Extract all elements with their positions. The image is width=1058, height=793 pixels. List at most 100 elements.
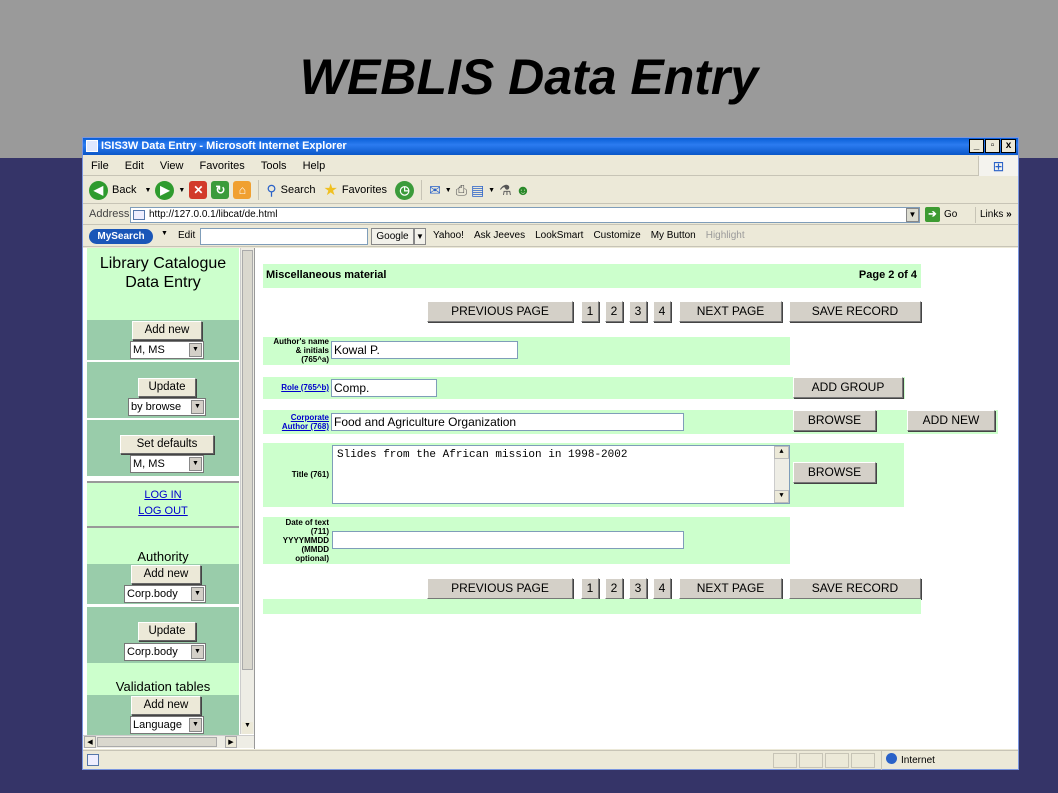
title-browse-button[interactable]: BROWSE xyxy=(793,462,876,483)
page-3-button-bottom[interactable]: 3 xyxy=(629,578,647,599)
scrollbar-thumb[interactable] xyxy=(242,250,253,670)
edit-page-icon[interactable]: ▤ xyxy=(471,182,484,199)
corporate-browse-button[interactable]: BROWSE xyxy=(793,410,876,431)
links-button[interactable]: Links » xyxy=(975,207,1012,223)
scroll-up-icon[interactable]: ▲ xyxy=(774,446,789,459)
looksmart-link[interactable]: LookSmart xyxy=(535,230,583,241)
menu-file[interactable]: File xyxy=(91,160,109,172)
left-vertical-scrollbar[interactable]: ▼ xyxy=(240,248,254,734)
save-record-button-bottom[interactable]: SAVE RECORD xyxy=(789,578,921,599)
set-defaults-button[interactable]: Set defaults xyxy=(120,435,214,454)
add-group-button[interactable]: ADD GROUP xyxy=(793,377,903,398)
search-icon[interactable]: ⚲ xyxy=(266,182,276,199)
login-link[interactable]: LOG IN xyxy=(87,487,239,503)
scroll-down-icon[interactable]: ▼ xyxy=(774,490,789,503)
corporate-author-label-link[interactable]: Corporate Author (768) xyxy=(265,413,329,431)
engine-dropdown-icon[interactable]: ▼ xyxy=(414,228,426,245)
menu-tools[interactable]: Tools xyxy=(261,160,287,172)
previous-page-button-bottom[interactable]: PREVIOUS PAGE xyxy=(427,578,573,599)
maximize-button[interactable]: ▫ xyxy=(985,139,1000,153)
previous-page-button[interactable]: PREVIOUS PAGE xyxy=(427,301,573,322)
defaults-type-select[interactable]: M, MS ▼ xyxy=(130,455,204,473)
validation-table-select[interactable]: Language ▼ xyxy=(130,716,204,734)
logout-link[interactable]: LOG OUT xyxy=(87,503,239,519)
validation-add-new-button[interactable]: Add new xyxy=(131,696,201,715)
page-2-button-bottom[interactable]: 2 xyxy=(605,578,623,599)
menu-help[interactable]: Help xyxy=(303,160,326,172)
edit-dropdown-icon[interactable]: ▼ xyxy=(488,187,495,194)
save-record-button[interactable]: SAVE RECORD xyxy=(789,301,921,322)
page-4-button[interactable]: 4 xyxy=(653,301,671,322)
messenger-icon[interactable]: ☻ xyxy=(516,182,531,198)
mail-icon[interactable]: ✉ xyxy=(429,182,441,199)
back-arrow-icon[interactable]: ◀ xyxy=(89,180,108,200)
page-3-button[interactable]: 3 xyxy=(629,301,647,322)
customize-link[interactable]: Customize xyxy=(593,230,640,241)
scroll-left-icon[interactable]: ◀ xyxy=(84,736,96,748)
scrollbar-thumb[interactable] xyxy=(97,737,217,747)
mysearch-brand[interactable]: MySearch xyxy=(89,229,153,244)
status-cells xyxy=(773,753,875,768)
highlight-button[interactable]: Highlight xyxy=(706,230,745,241)
date-input[interactable] xyxy=(332,531,684,549)
go-button[interactable]: ➔ Go xyxy=(925,207,957,223)
add-new-button[interactable]: Add new xyxy=(132,321,202,340)
forward-arrow-icon[interactable]: ▶ xyxy=(155,180,175,200)
askjeeves-link[interactable]: Ask Jeeves xyxy=(474,230,525,241)
title-label: Title (761) xyxy=(291,470,329,479)
favorites-star-icon[interactable]: ★ xyxy=(323,180,337,200)
yahoo-link[interactable]: Yahoo! xyxy=(433,230,464,241)
back-dropdown-icon[interactable]: ▼ xyxy=(144,187,151,194)
role-input[interactable]: Comp. xyxy=(331,379,437,397)
standard-toolbar: ◀ Back ▼ ▶ ▼ ✕ ↻ ⌂ ⚲ Search ★ Favorites … xyxy=(83,177,1018,204)
corporate-add-new-button[interactable]: ADD NEW xyxy=(907,410,995,431)
mysearch-dropdown-icon[interactable]: ▼ xyxy=(161,230,168,237)
address-input[interactable]: http://127.0.0.1/libcat/de.html xyxy=(130,207,920,223)
history-icon[interactable]: ◷ xyxy=(395,180,415,200)
add-new-type-select[interactable]: M, MS ▼ xyxy=(130,341,204,359)
search-toolbar-input[interactable] xyxy=(200,228,368,245)
menu-view[interactable]: View xyxy=(160,160,184,172)
authority-update-select[interactable]: Corp.body ▼ xyxy=(124,643,206,661)
authority-add-select[interactable]: Corp.body ▼ xyxy=(124,585,206,603)
author-name-input[interactable]: Kowal P. xyxy=(331,341,518,359)
window-titlebar[interactable]: ISIS3W Data Entry - Microsoft Internet E… xyxy=(83,138,1018,155)
stop-icon[interactable]: ✕ xyxy=(189,181,208,199)
title-textarea[interactable]: Slides from the African mission in 1998-… xyxy=(332,445,790,504)
authority-update-button[interactable]: Update xyxy=(138,622,196,641)
left-horizontal-scrollbar[interactable]: ◀ ▶ xyxy=(83,735,254,748)
next-page-button-bottom[interactable]: NEXT PAGE xyxy=(679,578,782,599)
scroll-down-icon[interactable]: ▼ xyxy=(242,722,253,734)
chevron-down-icon: ▼ xyxy=(189,343,202,357)
refresh-icon[interactable]: ↻ xyxy=(211,181,230,199)
update-button[interactable]: Update xyxy=(138,378,196,397)
google-button[interactable]: Google xyxy=(371,228,414,245)
favorites-button-label[interactable]: Favorites xyxy=(342,184,387,196)
page-1-button[interactable]: 1 xyxy=(581,301,599,322)
home-icon[interactable]: ⌂ xyxy=(233,181,252,199)
page-1-button-bottom[interactable]: 1 xyxy=(581,578,599,599)
scroll-right-icon[interactable]: ▶ xyxy=(225,736,237,748)
page-4-button-bottom[interactable]: 4 xyxy=(653,578,671,599)
role-label-link[interactable]: Role (765^b) xyxy=(265,383,329,392)
search-edit-button[interactable]: Edit xyxy=(178,230,195,241)
page-2-button[interactable]: 2 xyxy=(605,301,623,322)
forward-dropdown-icon[interactable]: ▼ xyxy=(178,187,185,194)
address-dropdown-icon[interactable]: ▼ xyxy=(906,208,919,222)
close-button[interactable]: x xyxy=(1001,139,1016,153)
back-button-label[interactable]: Back xyxy=(112,184,136,196)
print-icon[interactable]: ⎙ xyxy=(456,182,467,199)
update-mode-select[interactable]: by browse ▼ xyxy=(128,398,206,416)
corporate-author-input[interactable]: Food and Agriculture Organization xyxy=(331,413,684,431)
my-button-link[interactable]: My Button xyxy=(651,230,696,241)
menu-favorites[interactable]: Favorites xyxy=(200,160,245,172)
mail-dropdown-icon[interactable]: ▼ xyxy=(445,187,452,194)
menu-edit[interactable]: Edit xyxy=(125,160,144,172)
title-text: Slides from the African mission in 1998-… xyxy=(337,449,628,461)
search-button-label[interactable]: Search xyxy=(281,184,316,196)
next-page-button[interactable]: NEXT PAGE xyxy=(679,301,782,322)
authority-add-new-button[interactable]: Add new xyxy=(131,565,201,584)
menu-bar: File Edit View Favorites Tools Help ⊞ xyxy=(83,156,1018,176)
minimize-button[interactable]: _ xyxy=(969,139,984,153)
research-icon[interactable]: ⚗ xyxy=(499,182,512,199)
